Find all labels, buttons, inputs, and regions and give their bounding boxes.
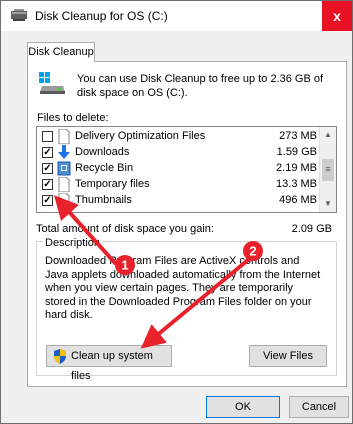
description-text: Downloaded Program Files are ActiveX con…	[45, 255, 321, 321]
scroll-thumb[interactable]: ≡	[322, 159, 334, 181]
file-icon	[58, 177, 70, 192]
file-name: Recycle Bin	[75, 162, 134, 174]
view-files-button[interactable]: View Files	[249, 345, 327, 367]
file-size: 2.19 MB	[276, 162, 317, 174]
disk-cleanup-window: Disk Cleanup for OS (C:) x Disk Cleanup …	[0, 0, 353, 424]
file-size: 496 MB	[279, 194, 317, 206]
download-arrow-icon	[58, 145, 70, 159]
intro-text: You can use Disk Cleanup to free up to 2…	[77, 73, 324, 99]
checkbox-temporary-files[interactable]: ✓	[42, 179, 53, 190]
file-name: Downloads	[75, 146, 130, 158]
list-item[interactable]: ✓ Recycle Bin 2.19 MB	[37, 161, 319, 177]
file-icon	[58, 193, 70, 208]
checkbox-delivery-optimization[interactable]	[42, 131, 53, 142]
file-size: 1.59 GB	[276, 146, 317, 158]
checkbox-thumbnails[interactable]: ✓	[42, 195, 53, 206]
window-title: Disk Cleanup for OS (C:)	[35, 9, 168, 23]
file-name: Thumbnails	[75, 194, 132, 206]
title-bar: Disk Cleanup for OS (C:) x	[1, 1, 352, 31]
cancel-button[interactable]: Cancel	[289, 396, 349, 418]
scroll-up-icon[interactable]: ▲	[320, 127, 336, 143]
ok-button[interactable]: OK	[206, 396, 280, 418]
checkbox-downloads[interactable]: ✓	[42, 147, 53, 158]
close-button[interactable]: x	[322, 1, 352, 31]
checkbox-recycle-bin[interactable]: ✓	[42, 163, 53, 174]
clean-up-system-files-button[interactable]: Clean up system files	[46, 345, 172, 382]
list-item[interactable]: ✓ Thumbnails 496 MB	[37, 193, 319, 209]
file-size: 273 MB	[279, 130, 317, 142]
list-item[interactable]: ✓ Downloads 1.59 GB	[37, 145, 319, 161]
recycle-bin-icon	[57, 161, 71, 176]
list-scrollbar[interactable]: ▲ ≡ ▼	[319, 127, 336, 212]
list-item[interactable]: ✓ Temporary files 13.3 MB	[37, 177, 319, 193]
total-space-label: Total amount of disk space you gain:	[36, 223, 214, 235]
scroll-down-icon[interactable]: ▼	[320, 196, 336, 212]
drive-icon	[39, 72, 65, 94]
file-name: Delivery Optimization Files	[75, 130, 206, 142]
uac-shield-icon	[54, 349, 66, 364]
file-icon	[58, 129, 70, 144]
total-space-value: 2.09 GB	[291, 223, 332, 235]
list-item[interactable]: Delivery Optimization Files 273 MB	[37, 129, 319, 145]
files-to-delete-label: Files to delete:	[37, 112, 109, 124]
disk-cleanup-app-icon	[11, 9, 27, 21]
files-to-delete-list[interactable]: Delivery Optimization Files 273 MB ✓ Dow…	[36, 126, 337, 213]
description-title: Description	[43, 237, 103, 249]
file-size: 13.3 MB	[276, 178, 317, 190]
tab-disk-cleanup[interactable]: Disk Cleanup	[27, 42, 95, 62]
file-name: Temporary files	[75, 178, 150, 190]
